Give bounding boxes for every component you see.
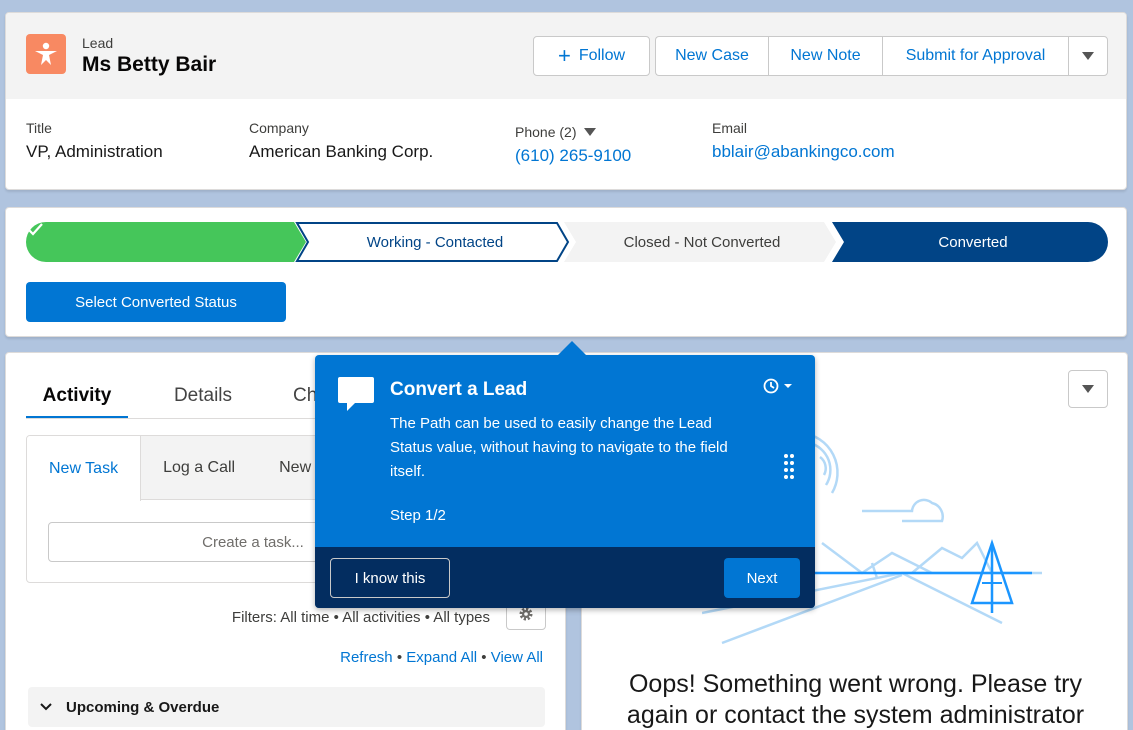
chevron-down-icon [1082, 52, 1094, 60]
action-buttons: New Case New Note Submit for Approval [655, 36, 1108, 76]
section-title: Upcoming & Overdue [66, 698, 220, 716]
tab-activity[interactable]: Activity [26, 373, 128, 419]
new-case-button[interactable]: New Case [655, 36, 768, 76]
drag-handle-icon[interactable] [783, 453, 795, 484]
stage-complete[interactable] [26, 222, 304, 262]
popover-body: The Path can be used to easily change th… [390, 415, 728, 480]
follow-label: Follow [578, 47, 626, 64]
field-value: American Banking Corp. [249, 142, 434, 161]
announcement-icon [337, 377, 375, 418]
record-name: Ms Betty Bair [82, 53, 217, 76]
field-label: Title [26, 120, 52, 136]
field-label: Email [712, 120, 748, 136]
popover-title: Convert a Lead [390, 379, 528, 400]
highlight-fields: Title VP, Administration Company America… [6, 99, 1126, 189]
stage-closed-not-converted[interactable]: Closed - Not Converted [571, 222, 833, 262]
more-actions-button[interactable] [1068, 36, 1108, 76]
record-tabs: Activity Details Ch [26, 373, 338, 419]
follow-button[interactable]: + Follow [533, 36, 650, 76]
path-card: Working - Contacted Closed - Not Convert… [5, 207, 1127, 337]
remind-later-button[interactable] [763, 378, 793, 394]
phone-link[interactable]: (610) 265-9100 [515, 146, 631, 166]
lead-object-icon [26, 34, 66, 74]
activity-filters: Filters: All time • All activities • All… [231, 609, 490, 626]
new-note-button[interactable]: New Note [768, 36, 882, 76]
field-email: Email bblair@abankingco.com [712, 120, 895, 162]
error-message: Oops! Something went wrong. Please try a… [626, 670, 1085, 729]
object-label: Lead [82, 35, 114, 51]
field-phone: Phone (2) (610) 265-9100 [515, 124, 631, 166]
check-icon [27, 223, 43, 236]
clock-icon [763, 378, 779, 394]
stage-working-contacted[interactable]: Working - Contacted [304, 222, 566, 262]
email-link[interactable]: bblair@abankingco.com [712, 142, 895, 162]
gear-icon [519, 607, 533, 621]
tab-details[interactable]: Details [128, 373, 278, 419]
chevron-down-icon [1082, 385, 1094, 393]
guidance-popover: Convert a Lead The Path can be used to e… [315, 341, 815, 608]
stage-converted[interactable]: Converted [838, 222, 1108, 262]
field-label: Company [249, 120, 309, 136]
panel-menu-button[interactable] [1068, 370, 1108, 408]
field-title: Title VP, Administration [26, 120, 163, 162]
tab-log-a-call[interactable]: Log a Call [141, 436, 257, 500]
field-company: Company American Banking Corp. [249, 120, 433, 162]
activity-links: Refresh • Expand All • View All [340, 649, 543, 666]
caret-down-icon [784, 384, 792, 388]
upcoming-overdue-section[interactable]: Upcoming & Overdue [28, 687, 545, 727]
lead-status-path: Working - Contacted Closed - Not Convert… [26, 222, 1108, 262]
select-converted-status-button[interactable]: Select Converted Status [26, 282, 286, 322]
tab-new-task[interactable]: New Task [27, 436, 142, 501]
popover-footer: I know this Next [315, 547, 815, 608]
view-all-link[interactable]: View All [491, 649, 543, 666]
submit-for-approval-button[interactable]: Submit for Approval [882, 36, 1068, 76]
chevron-down-icon [40, 700, 52, 714]
popover-step: Step 1/2 [390, 507, 446, 524]
refresh-link[interactable]: Refresh [340, 649, 393, 666]
expand-all-link[interactable]: Expand All [406, 649, 477, 666]
field-value: VP, Administration [26, 142, 163, 161]
plus-icon: + [557, 43, 571, 68]
record-header: Lead Ms Betty Bair + Follow New Case New… [5, 12, 1127, 190]
field-label: Phone (2) [515, 124, 577, 140]
phone-label[interactable]: Phone (2) [515, 124, 631, 140]
header-top: Lead Ms Betty Bair + Follow New Case New… [6, 13, 1126, 99]
popover-nub [557, 341, 587, 356]
caret-down-icon[interactable] [584, 128, 597, 136]
next-button[interactable]: Next [724, 558, 800, 598]
i-know-this-button[interactable]: I know this [330, 558, 450, 598]
